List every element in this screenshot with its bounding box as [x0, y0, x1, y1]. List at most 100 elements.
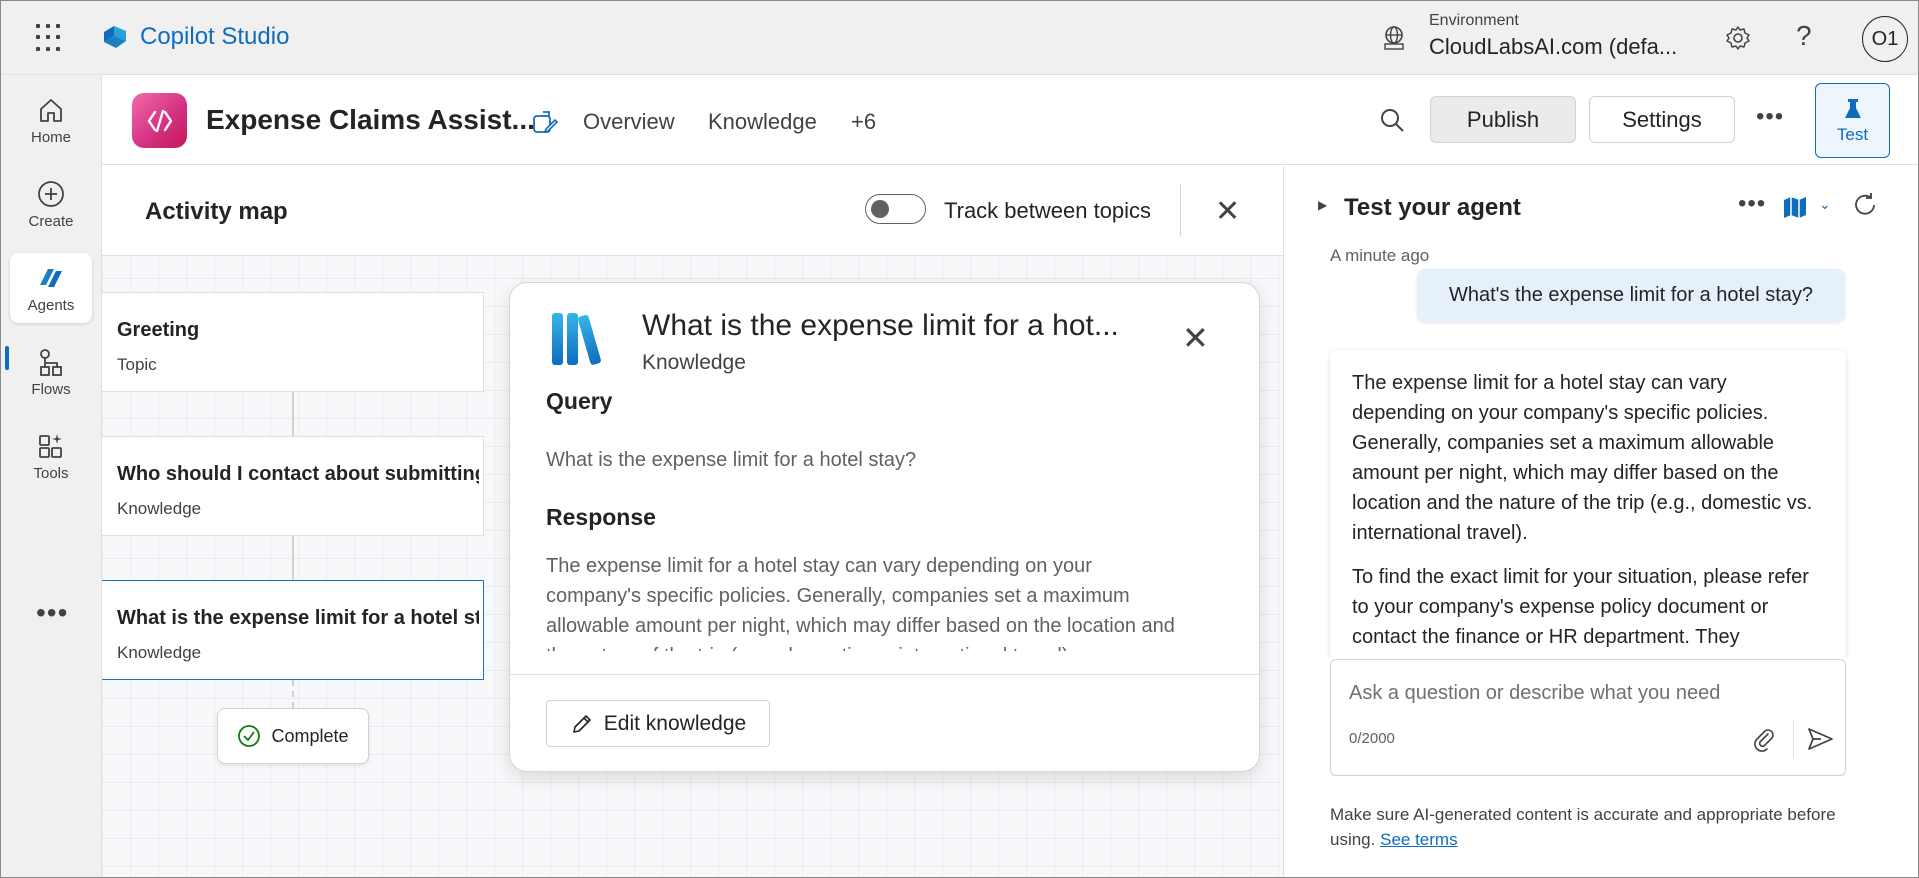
send-icon[interactable]: [1805, 724, 1835, 754]
response-text: The expense limit for a hotel stay can v…: [546, 555, 1175, 651]
card-footer: Edit knowledge: [510, 674, 1259, 771]
character-count: 0/2000: [1349, 730, 1395, 747]
bot-message: The expense limit for a hotel stay can v…: [1330, 350, 1846, 658]
message-timestamp: A minute ago: [1330, 246, 1430, 265]
collapse-caret-icon[interactable]: ▶: [1318, 198, 1327, 212]
query-heading: Query: [546, 388, 613, 414]
knowledge-books-icon: [552, 313, 601, 365]
user-message: What's the expense limit for a hotel sta…: [1417, 269, 1845, 322]
help-icon[interactable]: ?: [1796, 20, 1812, 52]
track-topics-label: Track between topics: [944, 198, 1152, 223]
activity-header: Activity map Track between topics ✕: [102, 166, 1283, 256]
settings-button[interactable]: Settings: [1589, 96, 1735, 143]
nav-tools-label: Tools: [33, 464, 69, 482]
knowledge-detail-card: What is the expense limit for a hot... K…: [509, 282, 1260, 772]
agents-icon: [40, 268, 62, 287]
nav-more-icon[interactable]: •••: [36, 597, 68, 629]
tools-icon: [39, 433, 62, 458]
search-icon[interactable]: [1377, 105, 1407, 135]
node-title: Who should I contact about submitting ex…: [117, 463, 479, 485]
ai-disclaimer: Make sure AI-generated content is accura…: [1330, 802, 1850, 852]
card-subtitle: Knowledge: [642, 351, 746, 374]
see-terms-link[interactable]: See terms: [1380, 830, 1457, 849]
activity-canvas[interactable]: Activity map Track between topics ✕ Gree…: [102, 166, 1283, 878]
create-icon: [38, 180, 64, 207]
top-bar: Copilot Studio Environment CloudLabsAI.c…: [0, 0, 1919, 75]
nav-create-label: Create: [28, 212, 74, 230]
tab-more[interactable]: +6: [851, 109, 876, 135]
app-launcher-icon[interactable]: [36, 24, 64, 52]
nav-agents-label: Agents: [27, 296, 75, 314]
nav-agents[interactable]: Agents: [10, 253, 92, 323]
test-panel-title: Test your agent: [1344, 194, 1521, 221]
activity-node-hotel-limit[interactable]: What is the expense limit for a hotel st…: [102, 580, 484, 680]
chat-input[interactable]: [1349, 682, 1819, 705]
app-name: Copilot Studio: [140, 23, 290, 50]
track-topics-toggle[interactable]: [865, 194, 926, 224]
nav-home[interactable]: Home: [10, 85, 92, 155]
node-connector: [292, 392, 294, 436]
agent-edit-icon[interactable]: [529, 107, 559, 137]
card-title: What is the expense limit for a hot...: [642, 309, 1119, 342]
chat-transcript[interactable]: A minute ago What's the expense limit fo…: [1284, 238, 1919, 658]
test-panel: ▶ Test your agent ••• ⌄ A minute ago Wha…: [1283, 166, 1919, 878]
header-divider: [1180, 184, 1181, 236]
query-text: What is the expense limit for a hotel st…: [546, 449, 917, 471]
bot-message-paragraph: The expense limit for a hotel stay can v…: [1352, 372, 1813, 544]
copilot-studio-logo-icon: [104, 26, 126, 48]
avatar[interactable]: O1: [1862, 16, 1908, 62]
chat-composer: 0/2000: [1330, 659, 1846, 776]
node-type: Topic: [117, 355, 157, 374]
node-title: Greeting: [117, 319, 200, 341]
tab-overview[interactable]: Overview: [583, 109, 675, 135]
edit-knowledge-label: Edit knowledge: [603, 711, 747, 735]
nav-flows[interactable]: Flows: [10, 337, 92, 407]
test-button-label: Test: [1836, 124, 1869, 144]
flask-icon: [1844, 98, 1861, 118]
nav-tools[interactable]: Tools: [10, 421, 92, 491]
agent-header: Expense Claims Assist... Overview Knowle…: [102, 75, 1919, 165]
attach-icon[interactable]: [1751, 726, 1777, 752]
edit-knowledge-button[interactable]: Edit knowledge: [546, 700, 770, 747]
tab-knowledge[interactable]: Knowledge: [708, 109, 817, 135]
node-title: What is the expense limit for a hotel st…: [117, 607, 479, 629]
more-options-icon[interactable]: •••: [1756, 103, 1784, 131]
pencil-icon: [572, 714, 591, 733]
node-type: Knowledge: [117, 643, 202, 662]
activity-map-icon[interactable]: [1782, 194, 1808, 220]
environment-picker[interactable]: Environment CloudLabsAI.com (defa...: [1429, 12, 1677, 60]
composer-divider: [1793, 720, 1794, 758]
left-nav: Home Create Agents Flows Tools •••: [0, 75, 102, 878]
check-circle-icon: [238, 725, 261, 747]
node-connector-dashed: [292, 680, 294, 708]
close-icon[interactable]: ✕: [1215, 194, 1240, 229]
test-button[interactable]: Test: [1815, 83, 1890, 158]
activity-node-greeting[interactable]: Greeting Topic: [102, 292, 484, 392]
environment-label: Environment: [1429, 12, 1519, 29]
bot-message-paragraph: To find the exact limit for your situati…: [1352, 566, 1809, 648]
activity-node-contact[interactable]: Who should I contact about submitting ex…: [102, 436, 484, 536]
refresh-icon[interactable]: [1850, 190, 1880, 220]
close-icon[interactable]: ✕: [1182, 319, 1209, 357]
agent-logo-icon: [132, 93, 187, 148]
flows-icon: [40, 348, 62, 376]
node-connector: [292, 536, 294, 580]
nav-active-indicator: [5, 346, 9, 370]
nav-flows-label: Flows: [31, 380, 71, 398]
complete-badge: Complete: [217, 708, 369, 764]
nav-create[interactable]: Create: [10, 169, 92, 239]
environment-value: CloudLabsAI.com (defa...: [1429, 34, 1678, 59]
nav-home-label: Home: [30, 128, 71, 146]
gear-icon[interactable]: [1724, 24, 1752, 52]
more-options-icon[interactable]: •••: [1738, 190, 1766, 218]
brand[interactable]: Copilot Studio: [100, 22, 289, 52]
activity-title: Activity map: [145, 198, 288, 225]
agent-name[interactable]: Expense Claims Assist...: [206, 104, 535, 136]
environment-icon: [1384, 26, 1404, 50]
chevron-down-icon[interactable]: ⌄: [1819, 196, 1831, 213]
complete-label: Complete: [271, 725, 349, 746]
home-icon: [40, 98, 62, 122]
publish-button[interactable]: Publish: [1430, 96, 1576, 143]
response-heading: Response: [546, 504, 656, 530]
node-type: Knowledge: [117, 499, 202, 518]
